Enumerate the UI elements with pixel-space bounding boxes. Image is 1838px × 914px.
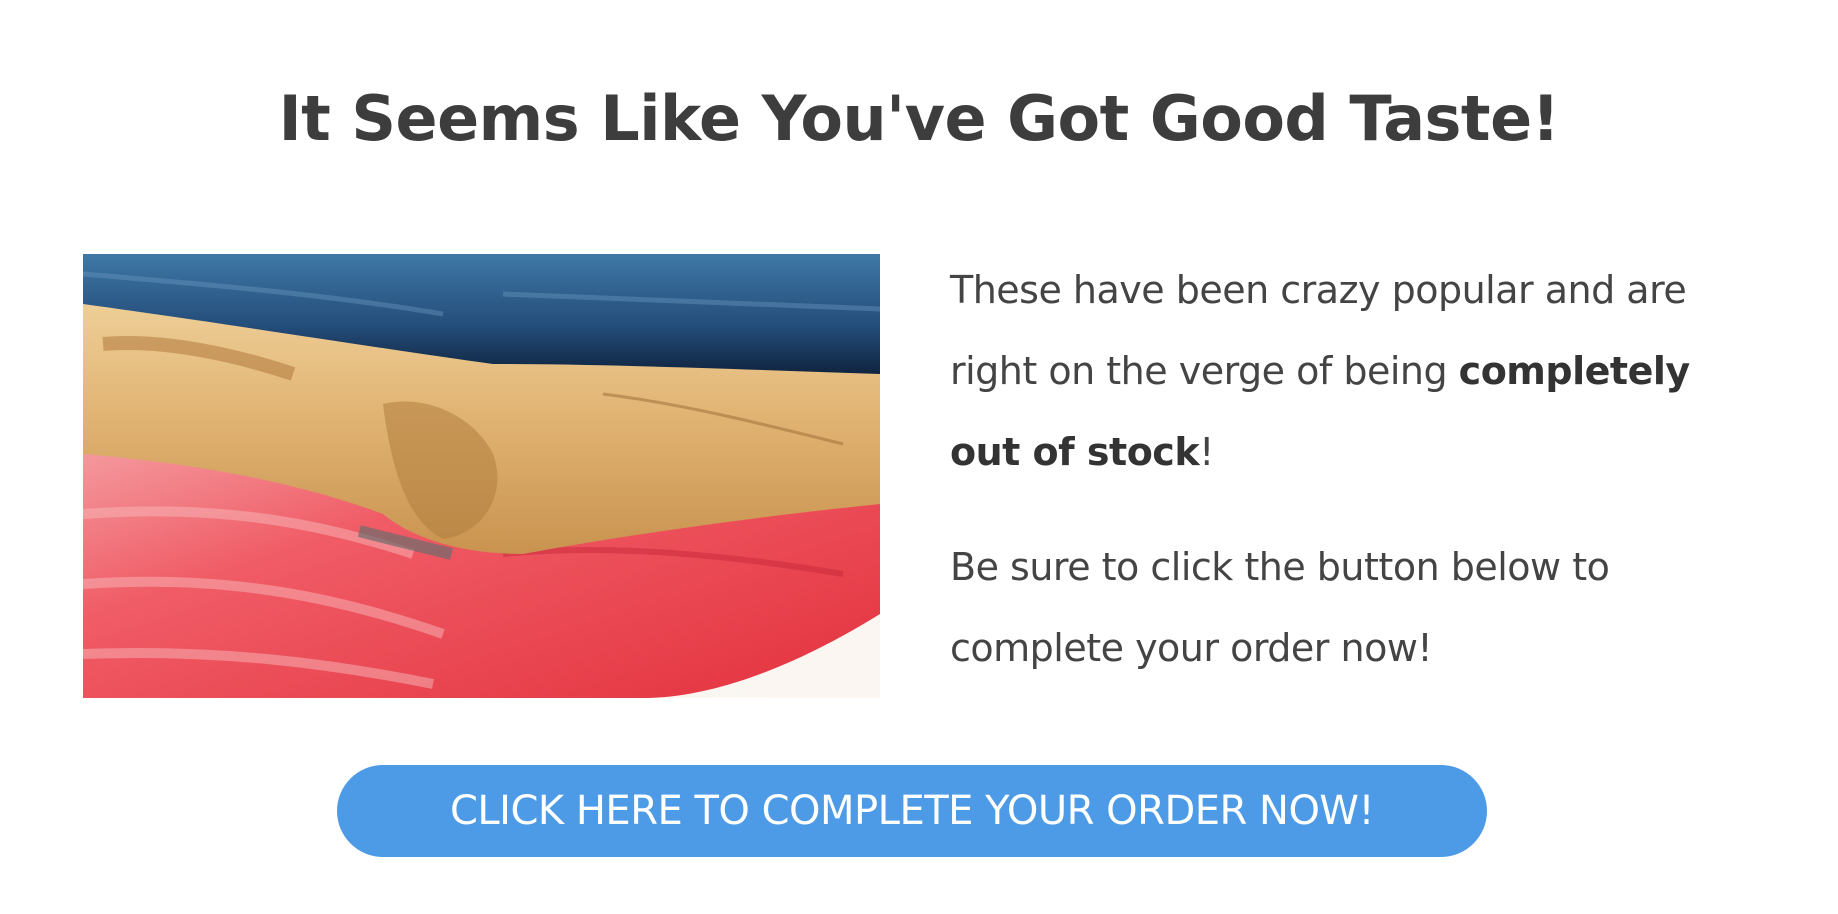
product-description: These have been crazy popular and are ri…: [950, 250, 1710, 689]
scarcity-paragraph: These have been crazy popular and are ri…: [950, 250, 1710, 493]
instruction-paragraph: Be sure to click the button below to com…: [950, 545, 1610, 670]
complete-order-label: CLICK HERE TO COMPLETE YOUR ORDER NOW!: [449, 788, 1375, 834]
folded-clothes-image: [83, 254, 880, 698]
scarcity-punctuation: !: [1199, 430, 1214, 474]
page-headline: It Seems Like You've Got Good Taste!: [278, 82, 1560, 155]
complete-order-button[interactable]: CLICK HERE TO COMPLETE YOUR ORDER NOW!: [337, 765, 1487, 857]
